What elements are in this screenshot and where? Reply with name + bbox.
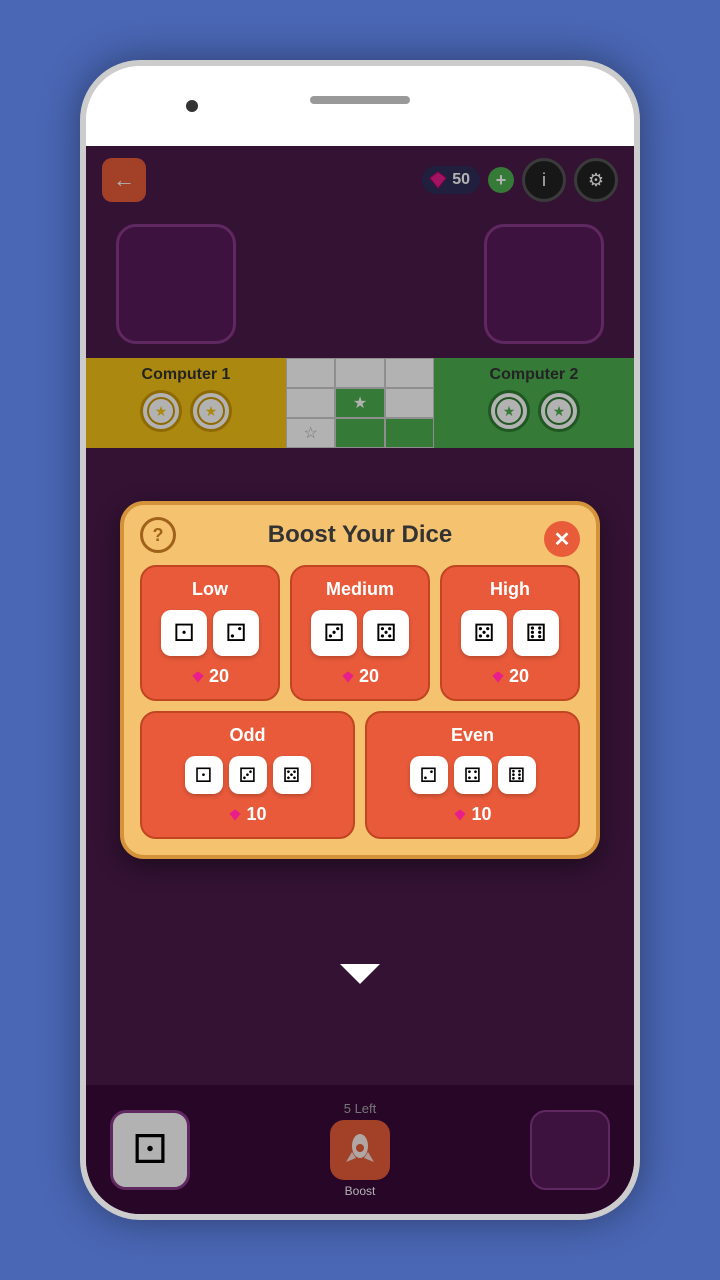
die-even-3: ⚅ — [498, 756, 536, 794]
boost-dice-modal: ? Boost Your Dice ✕ Low ⚀ ⚁ — [120, 501, 600, 859]
modal-close-button[interactable]: ✕ — [544, 521, 580, 557]
boost-low-cost-text: 20 — [209, 666, 229, 687]
cost-gem-icon-odd — [228, 808, 242, 822]
die-medium-1: ⚂ — [311, 610, 357, 656]
cost-gem-icon-medium — [341, 670, 355, 684]
cost-gem-icon-low — [191, 670, 205, 684]
boost-low-dice: ⚀ ⚁ — [161, 610, 259, 656]
help-icon[interactable]: ? — [140, 517, 176, 553]
boost-medium-cost-text: 20 — [359, 666, 379, 687]
boost-even-cost-text: 10 — [471, 804, 491, 825]
chevron-area — [340, 964, 380, 984]
boost-odd-cost-text: 10 — [246, 804, 266, 825]
boost-high-cost-text: 20 — [509, 666, 529, 687]
cost-gem-icon-even — [453, 808, 467, 822]
die-even-2: ⚃ — [454, 756, 492, 794]
boost-odd-title: Odd — [230, 725, 266, 746]
phone-notch — [86, 66, 634, 146]
boost-odd-dice: ⚀ ⚂ ⚄ — [185, 756, 311, 794]
modal-overlay: ? Boost Your Dice ✕ Low ⚀ ⚁ — [86, 146, 634, 1214]
modal-header: ? Boost Your Dice ✕ — [140, 521, 580, 549]
boost-high-title: High — [490, 579, 530, 600]
die-medium-2: ⚄ — [363, 610, 409, 656]
boost-high-dice: ⚄ ⚅ — [461, 610, 559, 656]
phone-frame: ← 50 + i ⚙ Computer 1 — [80, 60, 640, 1220]
boost-low-card[interactable]: Low ⚀ ⚁ 20 — [140, 565, 280, 701]
boost-options-row1: Low ⚀ ⚁ 20 Me — [140, 565, 580, 701]
boost-low-title: Low — [192, 579, 228, 600]
boost-medium-title: Medium — [326, 579, 394, 600]
boost-even-dice: ⚁ ⚃ ⚅ — [410, 756, 536, 794]
die-low-2: ⚁ — [213, 610, 259, 656]
boost-odd-cost: 10 — [228, 804, 266, 825]
boost-high-cost: 20 — [491, 666, 529, 687]
boost-medium-card[interactable]: Medium ⚂ ⚄ 20 — [290, 565, 430, 701]
boost-medium-dice: ⚂ ⚄ — [311, 610, 409, 656]
camera-icon — [186, 100, 198, 112]
die-odd-3: ⚄ — [273, 756, 311, 794]
die-high-2: ⚅ — [513, 610, 559, 656]
phone-screen: ← 50 + i ⚙ Computer 1 — [86, 146, 634, 1214]
boost-medium-cost: 20 — [341, 666, 379, 687]
boost-high-card[interactable]: High ⚄ ⚅ 20 — [440, 565, 580, 701]
boost-options-row2: Odd ⚀ ⚂ ⚄ 10 — [140, 711, 580, 839]
die-even-1: ⚁ — [410, 756, 448, 794]
boost-even-title: Even — [451, 725, 494, 746]
die-odd-1: ⚀ — [185, 756, 223, 794]
die-low-1: ⚀ — [161, 610, 207, 656]
boost-even-card[interactable]: Even ⚁ ⚃ ⚅ 10 — [365, 711, 580, 839]
speaker-icon — [310, 96, 410, 104]
boost-even-cost: 10 — [453, 804, 491, 825]
modal-title: Boost Your Dice — [268, 521, 452, 549]
boost-odd-card[interactable]: Odd ⚀ ⚂ ⚄ 10 — [140, 711, 355, 839]
die-odd-2: ⚂ — [229, 756, 267, 794]
die-high-1: ⚄ — [461, 610, 507, 656]
boost-low-cost: 20 — [191, 666, 229, 687]
chevron-down-icon — [340, 964, 380, 984]
cost-gem-icon-high — [491, 670, 505, 684]
